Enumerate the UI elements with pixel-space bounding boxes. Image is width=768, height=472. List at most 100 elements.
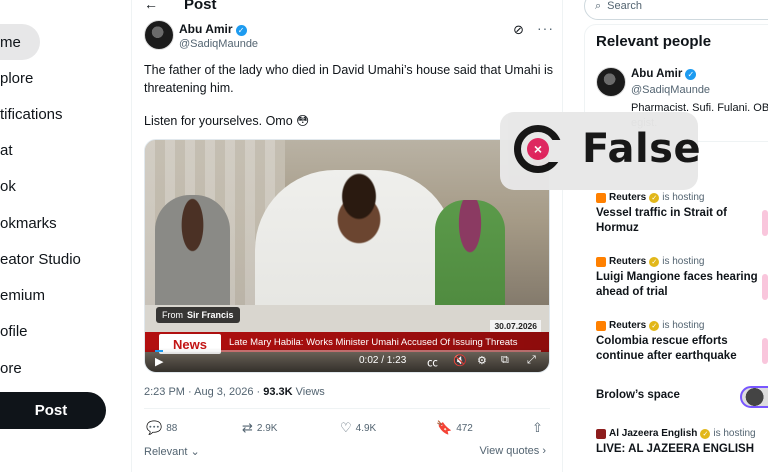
search-input[interactable]: ⌕ Search (584, 0, 768, 20)
like-button[interactable]: ♡ 4.9K (340, 420, 376, 436)
gold-verified-icon: ✓ (700, 428, 711, 439)
view-quotes-label: View quotes (479, 445, 540, 457)
author-name[interactable]: Abu Amir (179, 22, 233, 36)
nav-creator-studio[interactable]: eator Studio (0, 241, 81, 277)
host-line: Reuters ✓ is hosting (596, 256, 766, 267)
from-label: From (162, 310, 183, 320)
nav-bookmarks[interactable]: okmarks (0, 205, 57, 241)
avatar[interactable] (596, 67, 626, 97)
like-count: 4.9K (355, 422, 377, 434)
reuters-logo-icon (596, 320, 606, 331)
avatar[interactable] (144, 20, 174, 50)
nav-home[interactable]: me (0, 24, 40, 60)
from-name[interactable]: Sir Francis (187, 310, 234, 320)
nav-chat[interactable]: at (0, 132, 13, 168)
video-progress-bar[interactable] (155, 350, 541, 352)
right-sidebar: ⌕ Search Relevant people Abu Amir ✓ @Sadiq… (570, 0, 768, 472)
host-line: Reuters ✓ is hosting (596, 320, 766, 331)
relevant-person-handle[interactable]: @SadiqMaunde (631, 84, 710, 96)
reply-icon: 💬 (146, 420, 163, 435)
host-name: Al Jazeera English (609, 428, 698, 439)
trend-thumbnail (762, 274, 768, 300)
views-count: 93.3K (263, 386, 293, 398)
al-jazeera-logo-icon (596, 428, 606, 439)
trend-thumbnail (762, 338, 768, 364)
host-suffix: is hosting (662, 192, 705, 203)
host-suffix: is hosting (662, 256, 705, 267)
author-name-row[interactable]: Abu Amir ✓ (179, 22, 247, 36)
fact-check-label: False (582, 126, 702, 172)
trend-item[interactable]: Reuters ✓ is hosting Luigi Mangione faces … (596, 256, 766, 300)
space-avatars[interactable] (740, 386, 768, 408)
nav-more[interactable]: ore (0, 350, 22, 386)
bookmark-icon: 🔖 (436, 420, 453, 435)
main-column: ← Post Abu Amir ✓ @SadiqMaunde ⊘ ··· The … (131, 0, 563, 472)
video-person-right (435, 200, 505, 315)
view-quotes-link[interactable]: View quotes › (480, 445, 546, 457)
nav-explore[interactable]: plore (0, 60, 33, 96)
timestamp[interactable]: 2:23 PM · Aug 3, 2026 · (144, 386, 263, 398)
video-controls: ▶ 0:02 / 1:23 ㏄ 🔇 ⚙ ⧉ ⤢ (145, 348, 549, 372)
more-options-icon[interactable]: ··· (537, 20, 554, 36)
nav-grok[interactable]: ok (0, 168, 16, 204)
author-handle[interactable]: @SadiqMaunde (179, 38, 258, 50)
relevant-person-name-row[interactable]: Abu Amir ✓ (631, 68, 697, 80)
tweet-meta: 2:23 PM · Aug 3, 2026 · 93.3K Views (144, 386, 325, 398)
sort-dropdown[interactable]: Relevant ⌄ (144, 446, 200, 458)
reply-count: 88 (166, 422, 178, 434)
tweet-actions: 💬 88 ⇄ 2.9K ♡ 4.9K 🔖 472 ⇧ (144, 420, 554, 438)
grok-icon[interactable]: ⊘ (513, 22, 524, 38)
share-icon: ⇧ (532, 420, 543, 435)
relevant-people-title: Relevant people (596, 33, 712, 50)
trend-title: Colombia rescue efforts continue after e… (596, 335, 737, 362)
repost-button[interactable]: ⇄ 2.9K (242, 420, 277, 436)
trend-item[interactable]: Reuters ✓ is hosting Colombia rescue effor… (596, 320, 766, 364)
trend-title: Luigi Mangione faces hearing ahead of tr… (596, 271, 758, 298)
repost-count: 2.9K (256, 422, 278, 434)
fullscreen-icon[interactable]: ⤢ (527, 354, 536, 367)
gold-verified-icon: ✓ (649, 320, 660, 331)
heart-icon: ♡ (340, 420, 352, 435)
mute-icon[interactable]: 🔇 (453, 354, 467, 367)
page-title: Post (184, 0, 217, 13)
divider (144, 408, 550, 409)
tweet-text: The father of the lady who died in David… (144, 63, 554, 95)
nav-premium[interactable]: emium (0, 277, 45, 313)
repost-icon: ⇄ (242, 420, 253, 435)
video-player[interactable]: ▮ FromSir Francis 30.07.2026 Late Mary H… (144, 139, 550, 373)
search-placeholder: Search (607, 0, 643, 12)
sort-label: Relevant (144, 446, 188, 458)
video-person-left (155, 195, 230, 315)
back-arrow-icon[interactable]: ← (144, 0, 158, 12)
settings-gear-icon[interactable]: ⚙ (477, 354, 487, 367)
video-progress-fill (155, 350, 163, 352)
header: ← Post (132, 0, 562, 13)
pip-icon[interactable]: ⧉ (501, 354, 509, 367)
gold-verified-icon: ✓ (649, 192, 660, 203)
host-name: Reuters (609, 256, 647, 267)
tweet-text-2: Listen for yourselves. Omo 😳 (144, 114, 310, 128)
left-nav: me plore tifications at ok okmarks eator… (0, 0, 130, 472)
nav-profile[interactable]: ofile (0, 313, 28, 349)
fact-check-overlay: × False (500, 112, 702, 190)
reply-button[interactable]: 💬 88 (146, 420, 177, 436)
views-label: Views (292, 386, 325, 398)
play-icon[interactable]: ▶ (155, 355, 163, 368)
video-time: 0:02 / 1:23 (359, 355, 407, 366)
video-date: 30.07.2026 (490, 320, 541, 332)
reply-sort-bar: Relevant ⌄ View quotes › (144, 445, 554, 458)
from-badge[interactable]: From Sir Francis (156, 307, 240, 323)
post-button[interactable]: Post (0, 392, 106, 429)
bookmark-button[interactable]: 🔖 472 (436, 420, 473, 436)
nav-notifications[interactable]: tifications (0, 96, 63, 132)
gold-verified-icon: ✓ (649, 256, 660, 267)
relevant-person-name[interactable]: Abu Amir (631, 68, 682, 80)
captions-icon[interactable]: ㏄ (427, 354, 438, 370)
host-suffix: is hosting (713, 428, 756, 439)
trend-title: Vessel traffic in Strait of Hormuz (596, 207, 728, 234)
verified-badge-icon: ✓ (235, 25, 247, 36)
share-button[interactable]: ⇧ (532, 420, 543, 436)
trend-item[interactable]: Reuters ✓ is hosting Vessel traffic in Str… (596, 192, 766, 236)
trend-item[interactable]: Al Jazeera English ✓ is hosting LIVE: AL J… (596, 428, 766, 457)
search-icon: ⌕ (595, 0, 602, 12)
